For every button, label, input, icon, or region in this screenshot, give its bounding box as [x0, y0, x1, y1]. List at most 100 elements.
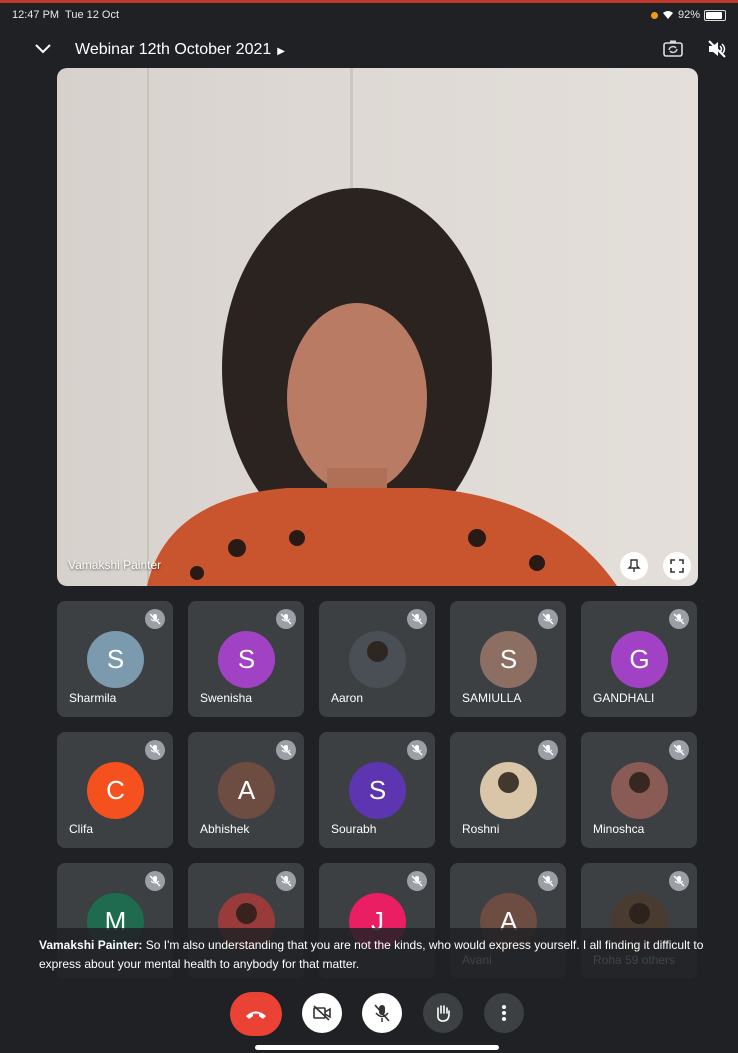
mic-off-icon — [374, 1004, 390, 1022]
mic-off-icon — [149, 744, 161, 756]
end-call-button[interactable] — [230, 992, 282, 1036]
participant-avatar: S — [218, 631, 275, 688]
participant-name: Minoshca — [593, 822, 645, 836]
muted-badge — [538, 609, 558, 629]
participant-tile[interactable]: S SAMIULLA — [450, 601, 566, 717]
caption-speaker: Vamakshi Painter: — [39, 938, 143, 952]
fullscreen-icon — [670, 559, 684, 573]
participant-name: Abhishek — [200, 822, 250, 836]
mic-off-icon — [411, 613, 423, 625]
participant-name: Swenisha — [200, 691, 253, 705]
live-caption: Vamakshi Painter: So I'm also understand… — [0, 928, 738, 986]
mic-off-icon — [280, 875, 292, 887]
participant-tile[interactable]: S Sharmila — [57, 601, 173, 717]
participant-avatar: S — [349, 762, 406, 819]
participant-avatar — [480, 762, 537, 819]
status-time-text: 12:47 PM — [12, 9, 60, 21]
call-controls — [0, 990, 738, 1040]
participant-tile[interactable]: G GANDHALI — [581, 601, 697, 717]
participant-avatar: G — [611, 631, 668, 688]
main-speaker-name: Vamakshi Painter — [68, 558, 162, 572]
top-accent-line — [0, 0, 738, 3]
participant-tile[interactable]: S Sourabh — [319, 732, 435, 848]
mic-off-icon — [149, 613, 161, 625]
mic-off-icon — [280, 744, 292, 756]
participant-avatar — [349, 631, 406, 688]
avatar-photo-icon — [498, 772, 519, 793]
participant-tile[interactable]: S Swenisha — [188, 601, 304, 717]
participant-name: Aaron — [331, 691, 364, 705]
participant-name: SAMIULLA — [462, 691, 522, 705]
avatar-photo-icon — [236, 903, 257, 924]
muted-badge — [145, 871, 165, 891]
avatar-initial: S — [368, 775, 387, 805]
meeting-title[interactable]: Webinar 12th October 2021 ▶ — [75, 41, 285, 59]
pin-icon — [627, 559, 641, 572]
avatar-photo-icon — [629, 903, 650, 924]
mic-off-icon — [542, 875, 554, 887]
muted-badge — [276, 740, 296, 760]
meeting-title-text: Webinar 12th October 2021 — [75, 41, 272, 58]
participant-name: Sharmila — [69, 691, 117, 705]
speaker-off-icon[interactable] — [706, 38, 728, 60]
wifi-icon — [662, 11, 673, 19]
raise-hand-button[interactable] — [423, 993, 463, 1033]
mic-off-icon — [673, 875, 685, 887]
home-indicator[interactable] — [255, 1045, 499, 1050]
muted-badge — [145, 740, 165, 760]
title-arrow-icon: ▶ — [277, 46, 285, 57]
switch-camera-icon[interactable] — [662, 38, 684, 60]
status-right: 92% — [650, 9, 726, 21]
status-bar: 12:47 PM Tue 12 Oct 92% — [0, 4, 738, 24]
phone-hangup-icon — [246, 1011, 266, 1019]
mic-off-icon — [149, 875, 161, 887]
participant-name: Clifa — [69, 822, 94, 836]
muted-badge — [669, 609, 689, 629]
muted-badge — [407, 609, 427, 629]
avatar-initial: S — [237, 644, 256, 674]
mic-off-icon — [280, 613, 292, 625]
raise-hand-icon — [437, 1005, 450, 1022]
participant-tile[interactable]: Minoshca — [581, 732, 697, 848]
mic-off-icon — [411, 744, 423, 756]
battery-percent: 92% — [677, 9, 700, 21]
mic-off-icon — [542, 613, 554, 625]
camera-toggle-button[interactable] — [302, 993, 342, 1033]
mic-toggle-button[interactable] — [362, 993, 402, 1033]
participant-avatar: A — [218, 762, 275, 819]
participant-tile[interactable]: C Clifa — [57, 732, 173, 848]
status-time: 12:47 PM Tue 12 Oct — [12, 9, 119, 21]
participant-name: GANDHALI — [593, 691, 655, 705]
participant-tile[interactable]: A Abhishek — [188, 732, 304, 848]
muted-badge — [276, 871, 296, 891]
muted-badge — [276, 609, 296, 629]
meeting-header: Webinar 12th October 2021 ▶ — [0, 30, 738, 70]
participant-avatar: C — [87, 762, 144, 819]
caption-text: Vamakshi Painter: So I'm also understand… — [39, 936, 707, 974]
participant-name: Roshni — [462, 822, 500, 836]
muted-badge — [538, 871, 558, 891]
fullscreen-button[interactable] — [663, 552, 691, 580]
mic-off-icon — [673, 613, 685, 625]
camera-off-icon — [313, 1005, 331, 1021]
mic-off-icon — [673, 744, 685, 756]
more-options-button[interactable] — [484, 993, 524, 1033]
muted-badge — [669, 740, 689, 760]
muted-badge — [538, 740, 558, 760]
participant-tile[interactable]: Roshni — [450, 732, 566, 848]
chevron-down-icon[interactable] — [33, 38, 53, 58]
more-vertical-icon — [502, 1005, 506, 1021]
mic-off-icon — [411, 875, 423, 887]
muted-badge — [407, 740, 427, 760]
speaker-video-silhouette — [147, 188, 617, 586]
battery-icon — [704, 9, 726, 21]
participant-tile[interactable]: Aaron — [319, 601, 435, 717]
pin-button[interactable] — [620, 552, 648, 580]
avatar-initial: S — [499, 644, 518, 674]
participant-avatar — [611, 762, 668, 819]
main-video-feed[interactable]: Vamakshi Painter — [57, 68, 698, 586]
recording-dot-icon — [650, 11, 658, 19]
status-date-text: Tue 12 Oct — [65, 9, 120, 21]
avatar-initial: S — [106, 644, 125, 674]
avatar-initial: C — [106, 775, 125, 805]
